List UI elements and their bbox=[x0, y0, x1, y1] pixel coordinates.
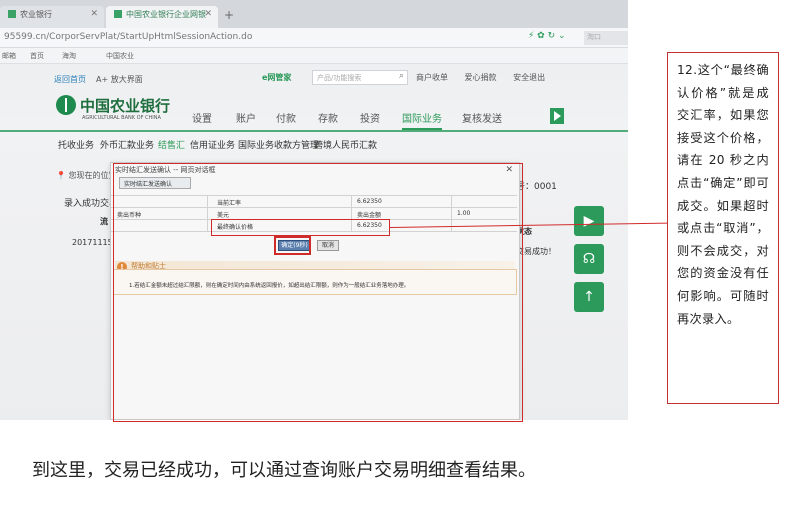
new-tab-icon[interactable]: + bbox=[224, 8, 234, 22]
close-tab-icon[interactable]: ✕ bbox=[90, 9, 98, 19]
close-tab-icon[interactable]: ✕ bbox=[204, 9, 212, 19]
bookmark-item[interactable]: 邮箱 bbox=[2, 51, 16, 61]
bank-favicon-icon bbox=[8, 10, 16, 18]
address-bar-icons[interactable]: ⚡ ✿ ↻ ⌄ bbox=[528, 31, 566, 41]
bookmark-item[interactable]: 中国农业 bbox=[106, 51, 134, 61]
bank-favicon-icon bbox=[114, 10, 122, 18]
url-text[interactable]: 95599.cn/CorporServPlat/StartUpHtmlSessi… bbox=[4, 32, 252, 42]
nav-item-deposit[interactable]: 存款 bbox=[318, 110, 338, 125]
subnav-fx-remit[interactable]: 外币汇款业务 bbox=[100, 138, 154, 151]
subnav-collection[interactable]: 托收业务 bbox=[58, 138, 94, 151]
bookmark-item[interactable]: 海淘 bbox=[62, 51, 76, 61]
nav-item-international[interactable]: 国际业务 bbox=[402, 110, 442, 130]
subnav-cross-border-rmb[interactable]: 跨境人民币汇款 bbox=[314, 138, 377, 151]
site-topnav: 返回首页 A+ 放大界面 e网管家 产品/功能搜索 ⌕ 商户收单 爱心捐款 安全… bbox=[0, 70, 628, 90]
play-icon[interactable] bbox=[550, 108, 564, 124]
bookmarks-bar: 邮箱 首页 海淘 中国农业 bbox=[0, 48, 628, 64]
ebank-manager-link[interactable]: e网管家 bbox=[262, 72, 291, 83]
browser-tabbar: 农业银行 ✕ 中国农业银行企业网银 ✕ + bbox=[0, 0, 628, 28]
logout-link[interactable]: 安全退出 bbox=[513, 73, 545, 82]
video-help-button[interactable]: ▶ bbox=[574, 206, 604, 236]
nav-divider bbox=[0, 130, 628, 132]
subnav-lc[interactable]: 信用证业务 bbox=[190, 138, 235, 151]
browser-tab-1[interactable]: 农业银行 ✕ bbox=[0, 6, 104, 28]
nav-item-account[interactable]: 账户 bbox=[236, 110, 256, 125]
bank-logo-icon bbox=[56, 95, 76, 115]
browser-search-input[interactable]: 淘口 bbox=[584, 31, 628, 45]
back-to-top-button[interactable]: ↑ bbox=[574, 282, 604, 312]
highlight-final-rate bbox=[211, 219, 390, 236]
top-links: 商户收单 爱心捐款 安全退出 bbox=[416, 72, 559, 83]
highlight-confirm-button bbox=[274, 236, 311, 255]
annotation-note: 12.这个“最终确认价格”就是成交汇率，如果您接受这个价格，请在 20 秒之内点… bbox=[667, 52, 779, 404]
breadcrumb: 📍 您现在的位置 bbox=[56, 171, 117, 180]
table-row-date: 20171115 bbox=[72, 238, 113, 247]
site-search-input[interactable]: 产品/功能搜索 ⌕ bbox=[312, 70, 408, 85]
merchant-link[interactable]: 商户收单 bbox=[416, 73, 448, 82]
address-bar[interactable]: 95599.cn/CorporServPlat/StartUpHtmlSessi… bbox=[0, 28, 628, 48]
nav-item-settings[interactable]: 设置 bbox=[192, 110, 212, 125]
donation-link[interactable]: 爱心捐款 bbox=[465, 73, 497, 82]
column-serial-header: 流 bbox=[100, 217, 108, 226]
search-icon[interactable]: ⌕ bbox=[399, 71, 404, 81]
customer-service-button[interactable]: ☊ bbox=[574, 244, 604, 274]
nav-item-invest[interactable]: 投资 bbox=[360, 110, 380, 125]
subnav-settlement[interactable]: 结售汇 bbox=[158, 138, 185, 151]
highlight-dialog-outline bbox=[113, 163, 523, 422]
nav-item-payment[interactable]: 付款 bbox=[276, 110, 296, 125]
bookmark-item[interactable]: 首页 bbox=[30, 51, 44, 61]
home-link[interactable]: 返回首页 bbox=[54, 74, 86, 85]
subnav-payee-mgmt[interactable]: 国际业务收款方管理 bbox=[238, 138, 319, 151]
nav-item-review[interactable]: 复核发送 bbox=[462, 110, 502, 125]
large-font-link[interactable]: A+ 放大界面 bbox=[96, 74, 143, 85]
browser-tab-2[interactable]: 中国农业银行企业网银 ✕ bbox=[106, 6, 218, 28]
caption-text: 到这里，交易已经成功，可以通过查询账户交易明细查看结果。 bbox=[32, 460, 536, 481]
